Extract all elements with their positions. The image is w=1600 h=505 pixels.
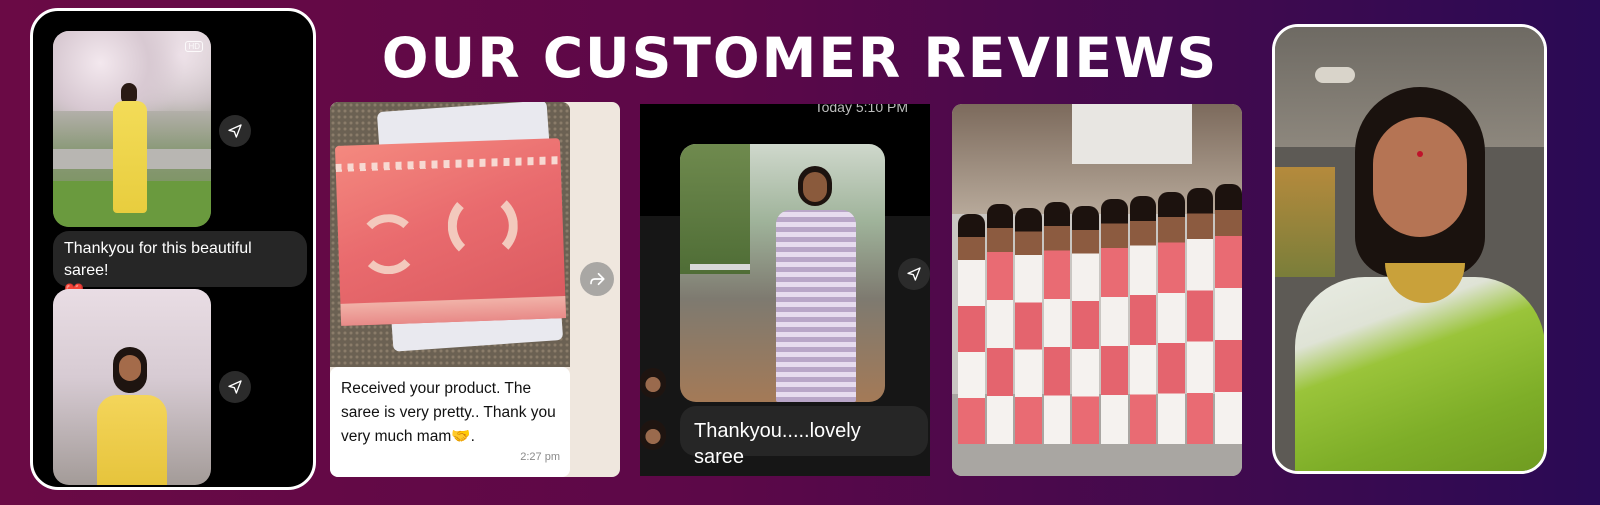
forward-button[interactable] xyxy=(580,262,614,296)
message-text: Received your product. The saree is very… xyxy=(341,380,556,445)
avatar xyxy=(640,368,666,398)
review-photo-green-saree-selfie xyxy=(1272,24,1547,474)
message-bubble: Thankyou.....lovely saree xyxy=(680,406,928,468)
message-bubble: Thankyou for this beautiful saree! ❤️ xyxy=(53,231,307,301)
review-photo-yellow-saree-2 xyxy=(53,289,211,485)
message-time: 2:27 pm xyxy=(520,451,560,463)
hd-badge: HD xyxy=(185,41,203,52)
review-card-chat: Today 5:10 PM Thankyou.....lovely saree xyxy=(640,104,930,476)
send-button-1[interactable] xyxy=(219,115,251,147)
heading: OUR CUSTOMER REVIEWS xyxy=(381,26,1219,90)
message-period: . xyxy=(470,428,475,445)
forward-icon xyxy=(590,272,605,286)
send-icon xyxy=(228,380,242,394)
send-icon xyxy=(228,124,242,138)
review-photo-group-sarees xyxy=(952,104,1242,476)
message-bubble: Received your product. The saree is very… xyxy=(330,367,570,477)
review-photo-saree-package xyxy=(330,102,570,367)
review-card-whatsapp: Received your product. The saree is very… xyxy=(330,102,620,477)
timestamp: Today 5:10 PM xyxy=(814,104,908,115)
send-button-3[interactable] xyxy=(898,258,930,290)
avatar xyxy=(640,420,666,450)
send-button-2[interactable] xyxy=(219,371,251,403)
message-text: Thankyou for this beautiful saree! xyxy=(64,240,252,279)
send-icon xyxy=(907,267,921,281)
review-photo-checked-saree xyxy=(680,144,885,402)
handshake-emoji: 🤝 xyxy=(451,428,471,445)
review-photo-yellow-saree-1: HD xyxy=(53,31,211,227)
review-card-instagram: HD Thankyou for this beautiful saree! ❤️ xyxy=(30,8,316,490)
